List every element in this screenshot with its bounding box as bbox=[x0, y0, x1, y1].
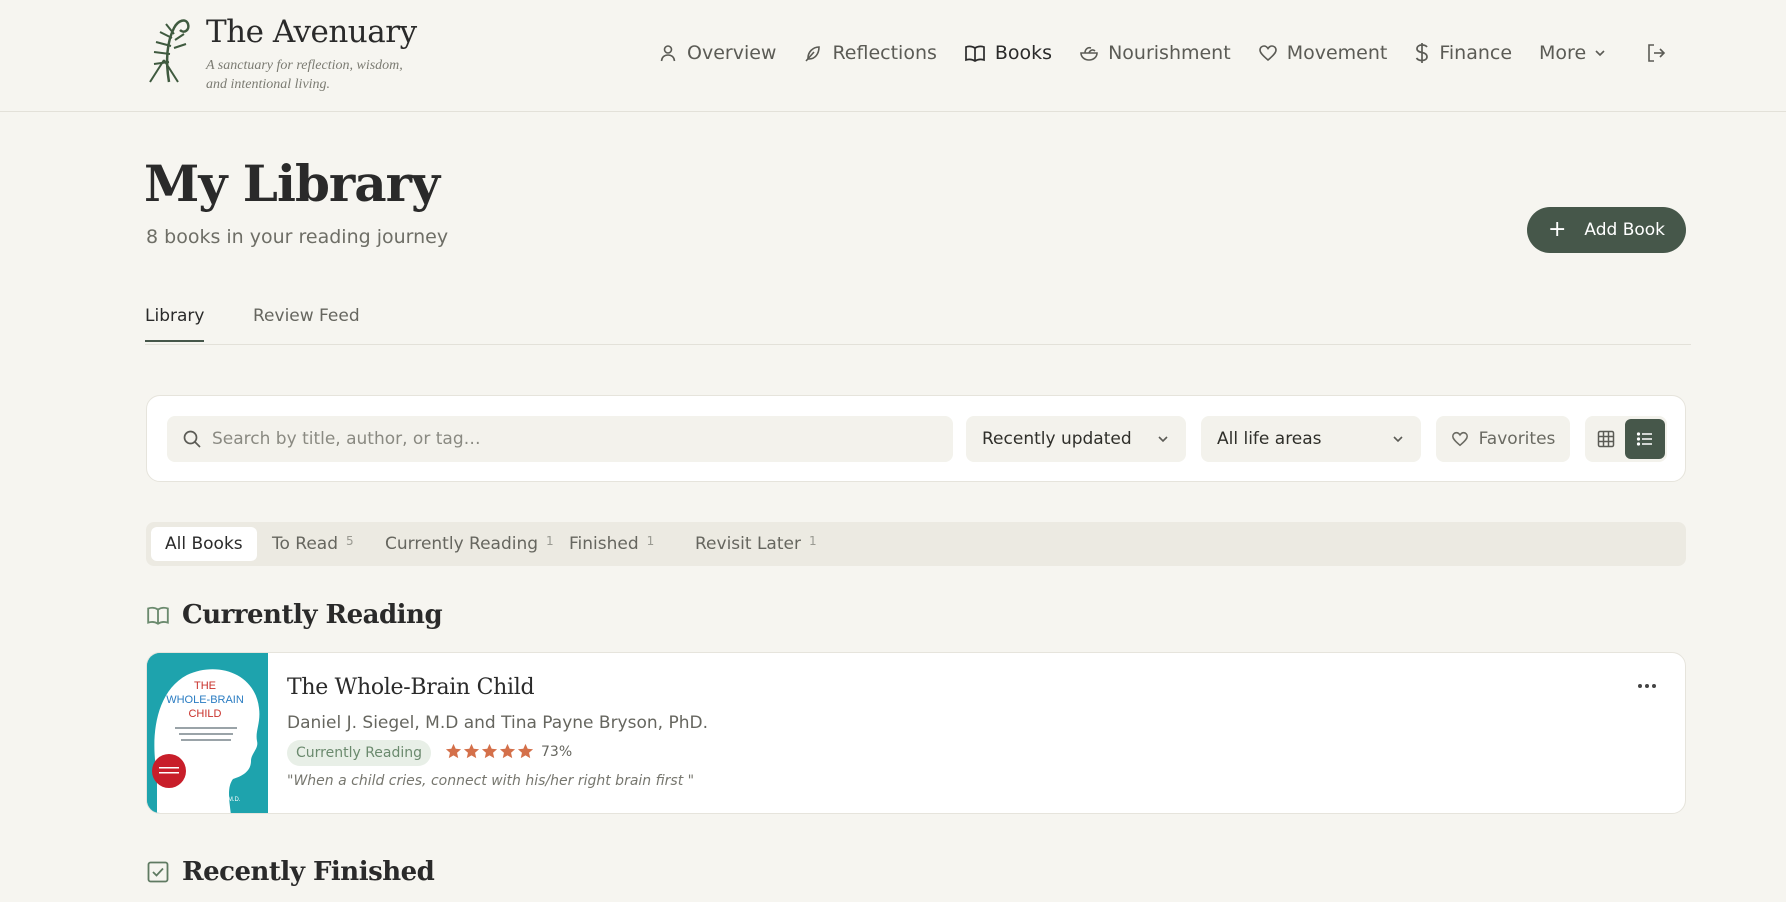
heart-icon bbox=[1258, 45, 1277, 62]
nav-label: Books bbox=[994, 42, 1053, 64]
chip-count: 5 bbox=[346, 534, 354, 548]
chevron-down-icon bbox=[1393, 436, 1403, 443]
nav-movement[interactable]: Movement bbox=[1258, 42, 1388, 64]
star-icon bbox=[517, 743, 534, 759]
tab-library[interactable]: Library bbox=[145, 306, 205, 342]
plus-icon: + bbox=[1547, 217, 1567, 242]
section-recently-finished: Recently Finished bbox=[146, 857, 435, 887]
life-area-select[interactable]: All life areas bbox=[1201, 416, 1421, 462]
book-open-icon bbox=[147, 606, 169, 625]
section-currently-reading: Currently Reading bbox=[146, 600, 443, 630]
more-options-icon[interactable] bbox=[1637, 683, 1657, 689]
chip-to-read[interactable]: To Read 5 bbox=[258, 527, 368, 561]
cover-line2: WHOLE-BRAIN bbox=[166, 694, 244, 706]
book-cover: THE WHOLE-BRAIN CHILD DANIEL J. SIEGEL, … bbox=[147, 653, 268, 813]
checkbox-icon bbox=[147, 861, 169, 883]
salad-icon bbox=[1080, 46, 1098, 61]
nav-overview[interactable]: Overview bbox=[658, 42, 776, 64]
page-title: My Library bbox=[144, 154, 440, 213]
book-author: Daniel J. Siegel, M.D and Tina Payne Bry… bbox=[287, 713, 708, 733]
sort-select-value: Recently updated bbox=[982, 429, 1132, 449]
chip-count: 1 bbox=[808, 534, 817, 548]
status-filter-chips: All Books To Read 5 Currently Reading 1 … bbox=[146, 522, 1686, 566]
favorites-button[interactable]: Favorites bbox=[1436, 416, 1570, 462]
add-book-button[interactable]: + Add Book bbox=[1527, 207, 1686, 253]
user-icon bbox=[660, 45, 676, 62]
nav-label: Reflections bbox=[832, 42, 937, 64]
nav-label: More bbox=[1539, 42, 1587, 64]
nav-label: Finance bbox=[1439, 42, 1513, 64]
app-header: The Avenuary A sanctuary for reflection,… bbox=[0, 0, 1786, 112]
brand-title: The Avenuary bbox=[206, 14, 417, 50]
star-icon bbox=[445, 743, 462, 759]
sort-select[interactable]: Recently updated bbox=[966, 416, 1186, 462]
chip-count: 1 bbox=[546, 534, 554, 548]
nav-label: Nourishment bbox=[1108, 42, 1231, 64]
chip-label: All Books bbox=[165, 534, 243, 554]
chip-finished[interactable]: Finished 1 bbox=[555, 527, 668, 561]
add-book-label: Add Book bbox=[1584, 220, 1666, 240]
heart-icon bbox=[1451, 431, 1468, 447]
star-rating[interactable] bbox=[445, 743, 535, 759]
star-icon bbox=[463, 743, 480, 759]
brand-tagline: A sanctuary for reflection, wisdom, and … bbox=[206, 58, 403, 92]
tab-review-feed[interactable]: Review Feed bbox=[253, 306, 360, 340]
section-title: Recently Finished bbox=[182, 857, 435, 887]
chip-label: Revisit Later bbox=[695, 534, 801, 554]
chip-label: Currently Reading bbox=[385, 534, 539, 554]
nav-more[interactable]: More bbox=[1539, 42, 1607, 64]
nav-reflections[interactable]: Reflections bbox=[803, 42, 937, 64]
view-toggle bbox=[1585, 416, 1667, 462]
filter-bar: Recently updated All life areas Favorite… bbox=[146, 395, 1686, 482]
favorites-label: Favorites bbox=[1478, 429, 1556, 449]
fern-logo-icon bbox=[149, 19, 190, 83]
book-open-icon bbox=[965, 45, 985, 63]
chip-all-books[interactable]: All Books bbox=[151, 527, 257, 561]
search-box[interactable] bbox=[167, 416, 953, 462]
list-icon bbox=[1636, 432, 1652, 446]
search-input[interactable] bbox=[212, 429, 912, 449]
feather-icon bbox=[805, 46, 821, 62]
list-view-button[interactable] bbox=[1625, 419, 1665, 459]
chip-count: 1 bbox=[646, 534, 655, 548]
main-nav: Overview Reflections Books Nourishment M… bbox=[658, 38, 1634, 68]
chip-label: Finished bbox=[569, 534, 639, 554]
book-cover-art: THE WHOLE-BRAIN CHILD DANIEL J. SIEGEL, … bbox=[147, 653, 268, 813]
nav-label: Movement bbox=[1286, 42, 1388, 64]
chevron-down-icon bbox=[1158, 436, 1168, 443]
cover-line1: THE bbox=[194, 680, 216, 692]
nav-nourishment[interactable]: Nourishment bbox=[1079, 42, 1231, 64]
view-tabs: Library Review Feed bbox=[145, 296, 1691, 345]
dollar-icon bbox=[1416, 43, 1429, 63]
chip-label: To Read bbox=[272, 534, 339, 554]
star-icon bbox=[499, 743, 516, 759]
grid-view-button[interactable] bbox=[1586, 419, 1626, 459]
section-title: Currently Reading bbox=[182, 600, 443, 630]
life-area-select-value: All life areas bbox=[1217, 429, 1322, 449]
reading-progress: 73% bbox=[541, 744, 573, 760]
nav-label: Overview bbox=[687, 42, 777, 64]
cover-line3: CHILD bbox=[188, 708, 221, 720]
nav-finance[interactable]: Finance bbox=[1414, 42, 1512, 64]
grid-icon bbox=[1597, 430, 1615, 448]
chip-currently-reading[interactable]: Currently Reading 1 bbox=[371, 527, 568, 561]
star-icon bbox=[481, 743, 498, 759]
nav-books[interactable]: Books bbox=[964, 42, 1052, 64]
logout-icon[interactable] bbox=[1645, 42, 1667, 64]
page-subtitle: 8 books in your reading journey bbox=[146, 226, 449, 248]
book-title[interactable]: The Whole-Brain Child bbox=[287, 675, 535, 700]
chip-revisit-later[interactable]: Revisit Later 1 bbox=[681, 527, 831, 561]
search-icon bbox=[183, 430, 201, 448]
brand[interactable]: The Avenuary A sanctuary for reflection,… bbox=[144, 14, 426, 94]
status-badge: Currently Reading bbox=[287, 740, 432, 766]
book-quote: "When a child cries, connect with his/he… bbox=[287, 773, 695, 789]
chevron-down-icon bbox=[1595, 50, 1605, 57]
cover-authors: DANIEL J. SIEGEL, M.D. bbox=[173, 797, 240, 803]
book-card[interactable]: THE WHOLE-BRAIN CHILD DANIEL J. SIEGEL, … bbox=[146, 652, 1686, 814]
